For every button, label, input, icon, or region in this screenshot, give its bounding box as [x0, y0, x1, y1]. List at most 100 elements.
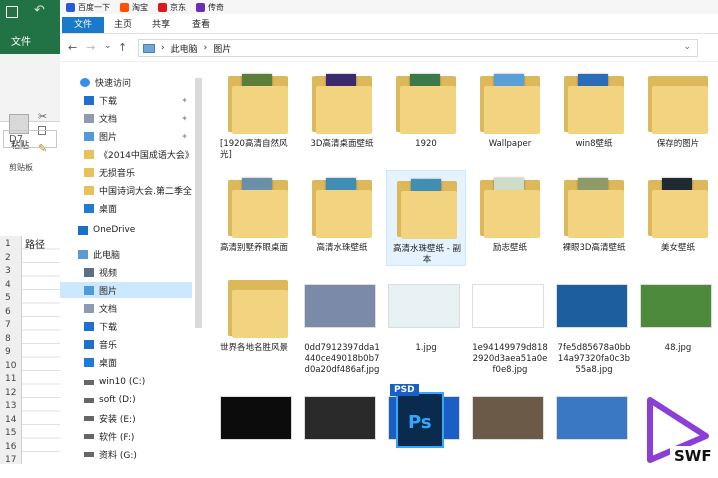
folder-item[interactable]: win8壁纸: [554, 66, 634, 162]
image-file-item[interactable]: 48.jpg: [638, 270, 718, 366]
name-box[interactable]: D7: [3, 130, 57, 148]
pictures-icon: [84, 131, 94, 141]
ribbon-tab[interactable]: 文件: [62, 17, 104, 33]
row-number[interactable]: 15: [5, 428, 16, 438]
bookmark-icon: [66, 2, 75, 12]
tree-item[interactable]: 文档: [60, 300, 192, 316]
row-number[interactable]: 4: [5, 280, 11, 290]
tree-item[interactable]: 桌面: [60, 354, 192, 370]
folder-item[interactable]: 1920: [386, 66, 466, 162]
breadcrumb-this-pc[interactable]: 此电脑: [171, 42, 198, 55]
bookmark-item[interactable]: 淘宝: [120, 2, 148, 13]
folder-item[interactable]: Wallpaper: [470, 66, 550, 162]
row-number[interactable]: 14: [5, 415, 16, 425]
tree-item[interactable]: 资料 (G:): [60, 446, 192, 462]
folder-icon: [648, 176, 708, 238]
tree-item[interactable]: 下载: [60, 318, 192, 334]
folder-item[interactable]: 3D高清桌面壁纸: [302, 66, 382, 162]
folder-item[interactable]: 美女壁纸: [638, 170, 718, 266]
image-file-item[interactable]: 1e94149979d8182920d3aea51a0ef0e8.jpg: [470, 270, 550, 375]
row-number[interactable]: 12: [5, 388, 16, 398]
save-icon[interactable]: [6, 6, 18, 18]
row-number[interactable]: 8: [5, 334, 11, 344]
tree-item-label: 无损音乐: [99, 168, 136, 179]
file-name-label: 1920: [415, 139, 437, 149]
address-dropdown-icon[interactable]: ⌄: [683, 42, 691, 52]
folder-item[interactable]: 励志壁纸: [470, 170, 550, 266]
bookmark-item[interactable]: 百度一下: [66, 2, 110, 13]
file-name-label: 0dd7912397dda1440ce49018b0b7d0a20df486af…: [304, 343, 380, 375]
row-number[interactable]: 9: [5, 347, 11, 357]
recent-locations-icon[interactable]: ⌄: [104, 41, 112, 51]
row-number[interactable]: 13: [5, 401, 16, 411]
breadcrumb-pictures[interactable]: 图片: [213, 42, 231, 55]
bookmark-label: 传奇: [208, 2, 224, 12]
file-name-label: 3D高清桌面壁纸: [310, 139, 374, 149]
ribbon-tab[interactable]: 主页: [108, 17, 138, 33]
tree-item[interactable]: 软件 (F:): [60, 428, 192, 444]
address-bar[interactable]: › 此电脑 › 图片 ⌄: [138, 39, 698, 57]
row-number[interactable]: 3: [5, 266, 11, 276]
file-name-label: 7fe5d85678a0bb14a97320fa0c3b55a8.jpg: [557, 343, 631, 375]
navigation-scrollbar-thumb[interactable]: [195, 78, 202, 328]
navigation-pane: 快速访问下载 ✦ 文档 ✦ 图片 ✦ 《2014中国成语大会》无损音乐中国诗词大会.第二季全…: [60, 66, 192, 464]
undo-icon[interactable]: ↶: [34, 3, 45, 18]
tree-item[interactable]: 《2014中国成语大会》: [60, 146, 192, 162]
tree-item-label: 图片: [99, 286, 118, 297]
folder-item[interactable]: 世界各地名胜风景: [218, 270, 298, 366]
folder-icon: [84, 149, 94, 159]
row-number[interactable]: 6: [5, 307, 11, 317]
tree-item-label: 此电脑: [93, 250, 121, 261]
tree-item[interactable]: 图片 ✦: [60, 128, 192, 144]
tree-item[interactable]: 桌面: [60, 200, 192, 216]
up-arrow-icon[interactable]: ↑: [118, 41, 127, 54]
tree-item[interactable]: 文档 ✦: [60, 110, 192, 126]
bookmark-item[interactable]: 京东: [158, 2, 186, 13]
cut-icon[interactable]: ✂: [38, 110, 47, 123]
tree-item[interactable]: 视频: [60, 264, 192, 280]
swf-label: SWF: [674, 447, 712, 465]
ps-logo: Ps: [408, 412, 432, 433]
back-arrow-icon[interactable]: ←: [68, 41, 77, 54]
desktop-icon: [84, 203, 94, 213]
cell-a1[interactable]: 路径: [25, 236, 45, 251]
folder-item[interactable]: 保存的图片: [638, 66, 718, 162]
row-number[interactable]: 2: [5, 253, 11, 263]
pictures-icon: [84, 285, 94, 295]
image-file-item[interactable]: 0dd7912397dda1440ce49018b0b7d0a20df486af…: [302, 270, 382, 375]
row-number[interactable]: 10: [5, 361, 16, 371]
file-name-label: 裸眼3D高清壁纸: [562, 243, 626, 253]
tree-item[interactable]: win10 (C:): [60, 374, 192, 390]
row-number[interactable]: 11: [5, 374, 16, 384]
tree-item[interactable]: 无损音乐: [60, 164, 192, 180]
tree-item[interactable]: 音乐: [60, 336, 192, 352]
tree-item[interactable]: 快速访问: [60, 74, 192, 90]
tree-item[interactable]: 下载 ✦: [60, 92, 192, 108]
forward-arrow-icon[interactable]: →: [86, 41, 95, 54]
tree-item[interactable]: 安装 (E:): [60, 410, 192, 426]
tree-item-label: 音乐: [99, 340, 118, 351]
tree-item[interactable]: 图片: [60, 282, 192, 298]
excel-file-tab[interactable]: 文件: [11, 33, 31, 48]
image-file-item[interactable]: 7fe5d85678a0bb14a97320fa0c3b55a8.jpg: [554, 270, 634, 375]
ribbon-tab[interactable]: 共享: [146, 17, 176, 33]
folder-icon: [564, 176, 624, 238]
folder-item[interactable]: 高清水珠壁纸: [302, 170, 382, 266]
folder-item[interactable]: 高清别墅养眼桌面: [218, 170, 298, 266]
bookmark-item[interactable]: 传奇: [196, 2, 224, 13]
row-number[interactable]: 1: [5, 239, 11, 249]
row-number[interactable]: 7: [5, 320, 11, 330]
tree-item[interactable]: soft (D:): [60, 392, 192, 408]
computer-icon: [143, 43, 155, 53]
folder-item[interactable]: 高清水珠壁纸 - 副本: [386, 170, 466, 266]
image-file-item[interactable]: 1.jpg: [386, 270, 466, 366]
tree-item[interactable]: 此电脑: [60, 246, 192, 262]
row-number[interactable]: 5: [5, 293, 11, 303]
tree-item[interactable]: OneDrive: [60, 222, 192, 238]
row-number[interactable]: 16: [5, 442, 16, 452]
address-row: ← → ⌄ ↑ › 此电脑 › 图片 ⌄: [60, 34, 718, 62]
ribbon-tab[interactable]: 查看: [186, 17, 216, 33]
folder-item[interactable]: 裸眼3D高清壁纸: [554, 170, 634, 266]
tree-item[interactable]: 中国诗词大会.第二季全: [60, 182, 192, 198]
folder-item[interactable]: [1920高清自然风光]: [218, 66, 298, 162]
